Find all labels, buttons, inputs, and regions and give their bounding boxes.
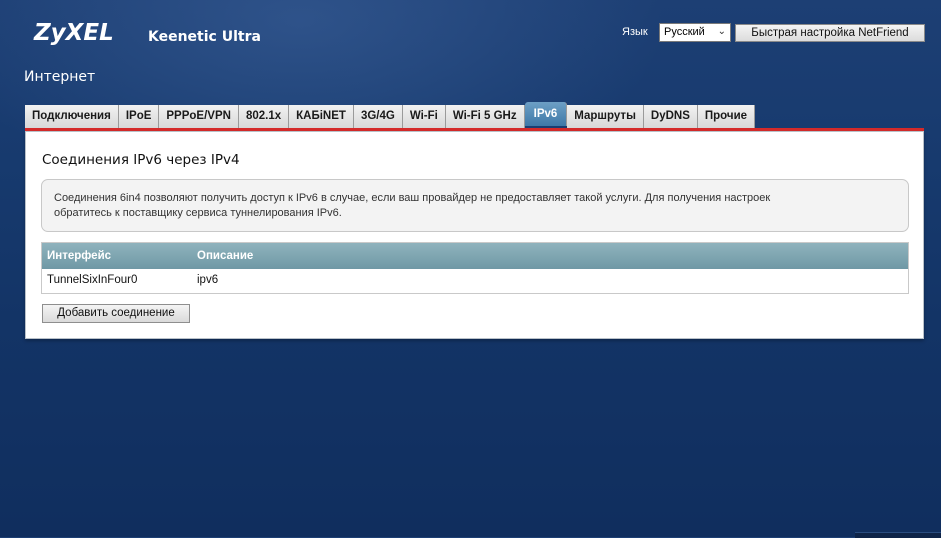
column-header-description: Описание [197,250,254,262]
info-text-line1: Соединения 6in4 позволяют получить досту… [54,192,771,204]
table-header: Интерфейс Описание [42,243,908,269]
add-connection-button[interactable]: Добавить соединение [42,304,190,323]
section-title: Соединения IPv6 через IPv4 [42,152,240,168]
connections-table: Интерфейс Описание TunnelSixInFour0 ipv6 [41,242,909,294]
info-text-line2: обратитесь к поставщику сервиса туннелир… [54,207,342,219]
language-select[interactable]: Русский ⌄ [659,23,731,42]
content-panel: Соединения IPv6 через IPv4 Соединения 6i… [25,131,924,339]
tab-3g4g[interactable]: 3G/4G [353,105,403,128]
product-name: Keenetic Ultra [148,29,261,45]
column-header-interface: Интерфейс [47,250,112,262]
tab-ipv6[interactable]: IPv6 [524,102,568,126]
cell-description: ipv6 [197,274,219,286]
language-value: Русский [664,26,705,38]
info-box: Соединения 6in4 позволяют получить досту… [41,179,909,232]
taskbar-corner [855,532,941,538]
tab-pppoe-vpn[interactable]: PPPoE/VPN [159,105,239,128]
tab-8021x[interactable]: 802.1x [238,105,290,128]
page-title: Интернет [24,69,96,85]
tab-other[interactable]: Прочие [697,105,756,128]
tab-kabinet[interactable]: КАБiNET [289,105,354,128]
tab-wifi[interactable]: Wi-Fi [402,105,446,128]
brand-logo: ZyXEL [34,20,114,46]
cell-interface[interactable]: TunnelSixInFour0 [47,274,137,286]
language-label: Язык [622,26,648,38]
tab-wifi-5ghz[interactable]: Wi-Fi 5 GHz [445,105,525,128]
tab-dydns[interactable]: DyDNS [643,105,698,128]
chevron-down-icon: ⌄ [717,26,726,37]
tab-bar: Подключения IPoE PPPoE/VPN 802.1x КАБiNE… [25,102,756,128]
tab-connections[interactable]: Подключения [25,105,119,128]
table-row[interactable]: TunnelSixInFour0 ipv6 [42,269,908,293]
tab-ipoe[interactable]: IPoE [118,105,160,128]
quick-setup-button[interactable]: Быстрая настройка NetFriend [735,24,925,42]
tab-routes[interactable]: Маршруты [567,105,644,128]
